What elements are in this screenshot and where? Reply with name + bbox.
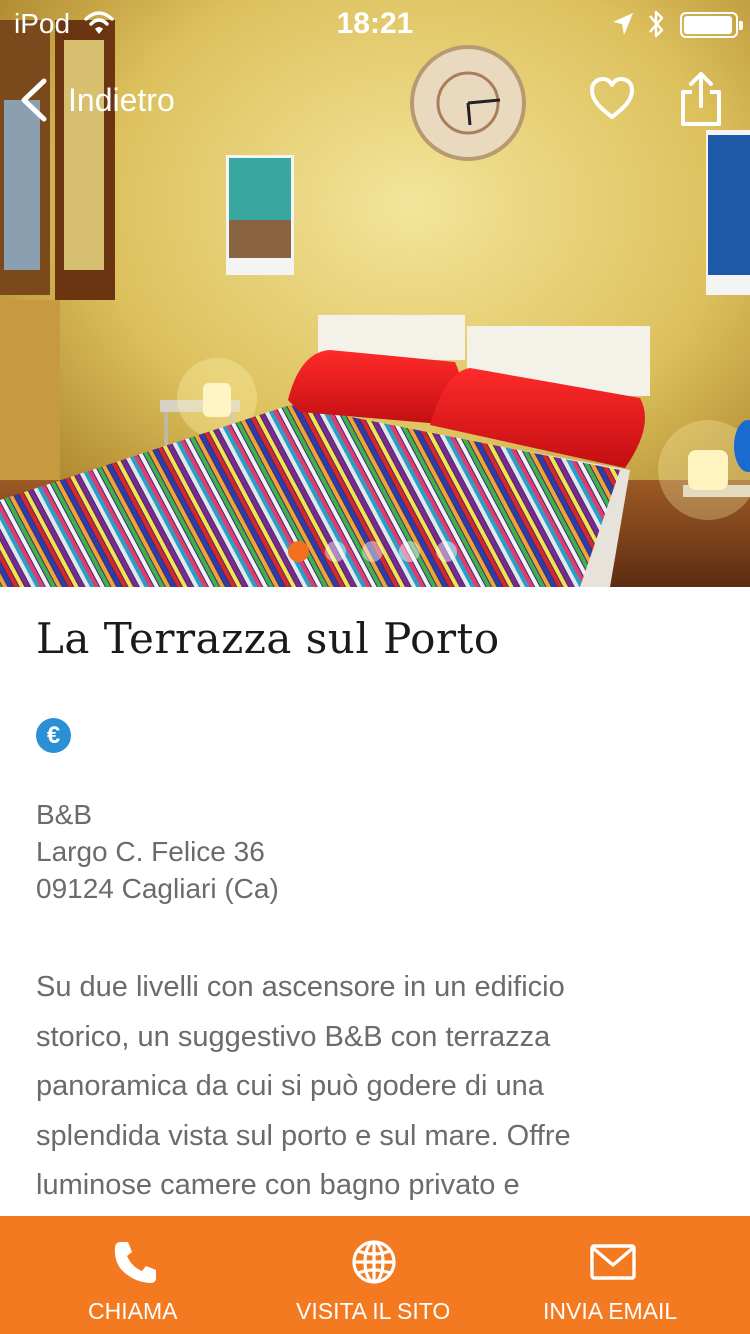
page-dot[interactable] bbox=[325, 541, 346, 562]
call-button[interactable]: CHIAMA bbox=[0, 1216, 250, 1334]
action-bar: CHIAMA VISITA IL SITO INVIA EMAIL bbox=[0, 1216, 750, 1334]
category-label: B&B bbox=[36, 799, 93, 830]
description-line: panoramica da cui si può godere di una bbox=[36, 1070, 544, 1102]
battery-icon bbox=[680, 12, 743, 38]
gallery-page-indicator[interactable] bbox=[288, 541, 457, 562]
page-dot[interactable] bbox=[399, 541, 420, 562]
page-dot[interactable] bbox=[436, 541, 457, 562]
listing-description: Su due livelli con ascensore in un edifi… bbox=[36, 963, 716, 1211]
envelope-icon bbox=[590, 1244, 636, 1280]
chevron-left-icon bbox=[21, 78, 47, 122]
listing-title: La Terrazza sul Porto bbox=[36, 614, 500, 663]
call-label: CHIAMA bbox=[88, 1298, 178, 1324]
description-line: luminose camere con bagno privato e bbox=[36, 1169, 520, 1201]
visit-website-button[interactable]: VISITA IL SITO bbox=[250, 1216, 500, 1334]
city-address: 09124 Cagliari (Ca) bbox=[36, 873, 279, 904]
bluetooth-icon bbox=[649, 10, 664, 38]
street-address: Largo C. Felice 36 bbox=[36, 836, 265, 867]
back-label: Indietro bbox=[68, 81, 175, 118]
location-arrow-icon bbox=[613, 13, 633, 35]
send-email-button[interactable]: INVIA EMAIL bbox=[500, 1216, 750, 1334]
globe-icon bbox=[352, 1240, 396, 1284]
euro-price-icon: € bbox=[36, 718, 71, 753]
address-block: B&B Largo C. Felice 36 09124 Cagliari (C… bbox=[36, 796, 279, 907]
visit-website-label: VISITA IL SITO bbox=[296, 1298, 451, 1324]
share-icon[interactable] bbox=[678, 70, 724, 128]
heart-outline-icon[interactable] bbox=[589, 76, 635, 122]
status-bar: iPod 18:21 bbox=[0, 0, 750, 48]
description-line: storico, un suggestivo B&B con terrazza bbox=[36, 1020, 551, 1053]
status-time: 18:21 bbox=[336, 7, 414, 40]
phone-icon bbox=[114, 1242, 156, 1283]
description-line: splendida vista sul porto e sul mare. Of… bbox=[36, 1119, 571, 1152]
send-email-label: INVIA EMAIL bbox=[543, 1298, 678, 1324]
back-button[interactable]: Indietro bbox=[18, 76, 175, 124]
page-dot-active[interactable] bbox=[288, 541, 309, 562]
page-dot[interactable] bbox=[362, 541, 383, 562]
description-line: Su due livelli con ascensore in un edifi… bbox=[36, 971, 565, 1003]
